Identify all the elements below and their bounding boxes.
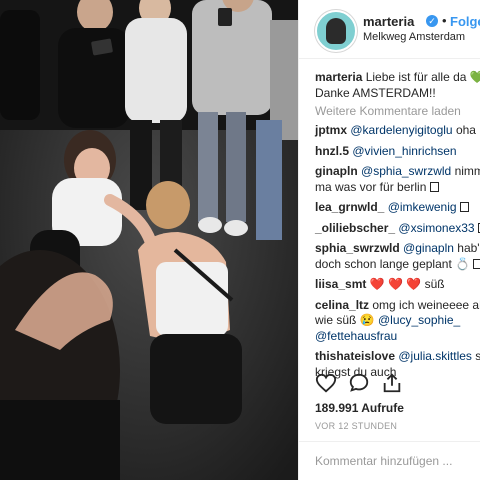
comment-text: se (475, 349, 480, 363)
comment-text: doch schon lange geplant (315, 256, 452, 271)
comment-continuation: wie süß 😢 @lucy_sophie_ (315, 313, 480, 329)
comment-username[interactable]: jptmx (315, 123, 347, 137)
comment-username[interactable]: lea_grnwld_ (315, 200, 384, 214)
post-photo[interactable] (0, 0, 298, 480)
green-heart-emoji-icon: 💚 (470, 70, 480, 84)
missing-emoji-icon (459, 202, 469, 212)
verified-badge-icon: ✓ (426, 15, 438, 27)
avatar-image (326, 18, 346, 44)
comment-text: nimm (454, 164, 480, 178)
comment-username[interactable]: _oliliebscher_ (315, 221, 395, 235)
comment-text: omg ich weineeee ah (372, 297, 480, 312)
concert-crowd-photo (0, 0, 298, 480)
comment-continuation: doch schon lange geplant 💍 (315, 257, 480, 273)
comment-icon[interactable] (348, 372, 370, 394)
list-item: hnzl.5 @vivien_hinrichsen (315, 144, 480, 160)
list-item: lea_grnwld_ @imkewenig (315, 200, 480, 216)
list-item: jptmx @kardelenyigitoglu oha 🔥 (315, 123, 480, 139)
comment-text: hab's (457, 241, 480, 255)
list-item: sphia_swrzwld @ginapln hab's (315, 241, 480, 257)
missing-emoji-icon (429, 181, 439, 192)
comment-username[interactable]: thishateislove (315, 349, 395, 363)
comment-input[interactable]: Kommentar hinzufügen ... (315, 454, 452, 468)
list-item: thishateislove @julia.skittles se (315, 349, 480, 365)
comment-username[interactable]: liisa_smt (315, 277, 366, 291)
comment-username[interactable]: sphia_swrzwld (315, 241, 400, 255)
comment-mention[interactable]: @xsimonex33 (398, 221, 474, 235)
comments-list: marteria Liebe ist für alle da 💚 Danke A… (315, 70, 480, 380)
location-link[interactable]: Melkweg Amsterdam (363, 31, 465, 43)
view-count[interactable]: 189.991 Aufrufe (315, 401, 404, 415)
comment-continuation: ma was vor für berlin (315, 180, 480, 196)
post-details-panel: marteria ✓ • Folgen Melkweg Amsterdam ma… (298, 0, 480, 480)
divider (299, 441, 480, 442)
red-heart-emoji-icon: ❤️ (406, 277, 422, 291)
red-heart-emoji-icon: ❤️ (388, 277, 403, 291)
comment-text: oha (455, 123, 476, 137)
post-actions (315, 372, 475, 398)
comment-username[interactable]: ginapln (315, 164, 358, 178)
caption: marteria Liebe ist für alle da 💚 (315, 70, 480, 86)
author-username[interactable]: marteria (363, 14, 414, 29)
missing-emoji-icon (473, 258, 480, 269)
comment-text: wie süß (315, 313, 357, 327)
avatar[interactable] (315, 10, 357, 52)
comment-mention[interactable]: @lucy_sophie_ (378, 313, 460, 327)
share-icon[interactable] (381, 372, 403, 394)
comment-username[interactable]: hnzl.5 (315, 144, 349, 158)
comment-mention[interactable]: @julia.skittles (398, 349, 472, 363)
comment-username[interactable]: celina_ltz (315, 298, 369, 312)
comment-mention[interactable]: @fettehausfrau (315, 329, 397, 343)
list-item: _oliliebscher_ @xsimonex33 (315, 221, 480, 237)
comment-continuation: @fettehausfrau (315, 329, 480, 345)
comment-mention[interactable]: @ginapln (403, 241, 454, 255)
comment-mention[interactable]: @vivien_hinrichsen (352, 144, 456, 158)
comment-mention[interactable]: @sphia_swrzwld (361, 164, 451, 178)
comment-text: ma was vor für berlin (315, 179, 427, 194)
caption-text: Liebe ist für alle da (365, 70, 467, 84)
comment-mention[interactable]: @imkewenig (388, 200, 457, 214)
load-more-comments-button[interactable]: Weitere Kommentare laden (315, 104, 480, 118)
comment-text: süß (424, 277, 445, 291)
red-heart-emoji-icon: ❤️ (369, 277, 385, 291)
list-item: celina_ltz omg ich weineeee ah (315, 298, 480, 314)
header-separator: • (442, 13, 447, 28)
caption-line-2: Danke AMSTERDAM!! (315, 85, 436, 100)
list-item: ginapln @sphia_swrzwld nimm (315, 164, 480, 180)
caption-username[interactable]: marteria (315, 70, 362, 84)
follow-button[interactable]: Folgen (450, 14, 480, 29)
post-header: marteria ✓ • Folgen Melkweg Amsterdam (299, 0, 480, 59)
ring-emoji-icon: 💍 (455, 256, 471, 271)
post-timestamp: VOR 12 STUNDEN (315, 421, 398, 431)
comment-mention[interactable]: @kardelenyigitoglu (350, 123, 452, 137)
list-item: liisa_smt ❤️ ❤️ ❤️ süß (315, 277, 480, 293)
heart-icon[interactable] (315, 372, 337, 394)
crying-emoji-icon: 😢 (359, 313, 375, 327)
